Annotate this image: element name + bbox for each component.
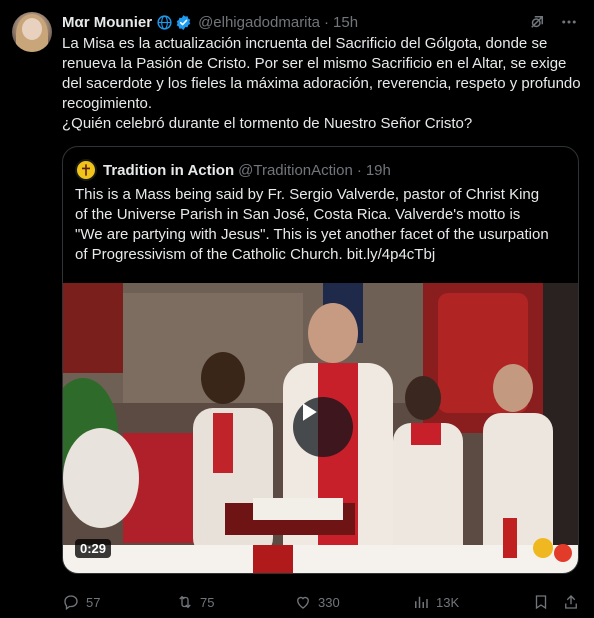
tweet-text: La Misa es la actualización incruenta de… xyxy=(62,35,581,132)
reply-count: 57 xyxy=(86,594,101,610)
bookmark-icon xyxy=(535,595,547,610)
heart-icon xyxy=(297,596,309,609)
quote-avatar[interactable] xyxy=(75,159,97,181)
author-name[interactable]: Mαr Mounier xyxy=(62,14,152,31)
more-icon[interactable] xyxy=(560,13,578,31)
play-button[interactable] xyxy=(293,397,353,457)
grok-icon[interactable] xyxy=(528,13,546,31)
like-count: 330 xyxy=(318,594,340,610)
reply-button[interactable]: 57 xyxy=(62,593,100,611)
header-actions xyxy=(528,13,578,31)
play-icon xyxy=(303,403,317,421)
quote-text: This is a Mass being said by Fr. Sergio … xyxy=(75,186,549,263)
quote-header: Tradition in Action @TraditionAction · 1… xyxy=(63,147,578,181)
retweet-icon xyxy=(179,595,191,609)
avatar-column xyxy=(12,12,52,618)
video-player[interactable]: 0:29 xyxy=(63,283,578,573)
tweet[interactable]: Mαr Mounier @elhigadodmarita · 15h La Mi… xyxy=(0,0,594,618)
bookmark-button[interactable] xyxy=(532,593,550,611)
like-button[interactable]: 330 xyxy=(294,593,340,611)
author-handle[interactable]: @elhigadodmarita xyxy=(198,14,320,31)
badges xyxy=(156,14,194,31)
share-icon xyxy=(565,595,577,609)
globe-icon xyxy=(156,14,173,31)
video-duration: 0:29 xyxy=(75,539,112,558)
share-button[interactable] xyxy=(562,593,580,611)
views-button[interactable]: 13K xyxy=(412,593,459,611)
quote-time[interactable]: 19h xyxy=(366,162,391,179)
avatar[interactable] xyxy=(12,12,52,52)
quote-author-handle[interactable]: @TraditionAction xyxy=(238,162,353,179)
views-count: 13K xyxy=(436,594,460,610)
quote-separator-dot: · xyxy=(356,161,362,179)
quoted-tweet[interactable]: Tradition in Action @TraditionAction · 1… xyxy=(62,146,579,574)
retweet-button[interactable]: 75 xyxy=(176,593,214,611)
quote-author-name[interactable]: Tradition in Action xyxy=(103,162,234,179)
tweet-header: Mαr Mounier @elhigadodmarita · 15h xyxy=(62,12,578,32)
tweet-time[interactable]: 15h xyxy=(333,14,358,31)
views-icon xyxy=(415,596,428,608)
separator-dot: · xyxy=(324,13,330,31)
tweet-content: Mαr Mounier @elhigadodmarita · 15h La Mi… xyxy=(62,12,581,618)
reply-icon xyxy=(64,595,78,611)
retweet-count: 75 xyxy=(200,594,215,610)
action-bar: 57 75 330 13K xyxy=(62,590,582,614)
verified-badge-icon[interactable] xyxy=(175,14,192,31)
